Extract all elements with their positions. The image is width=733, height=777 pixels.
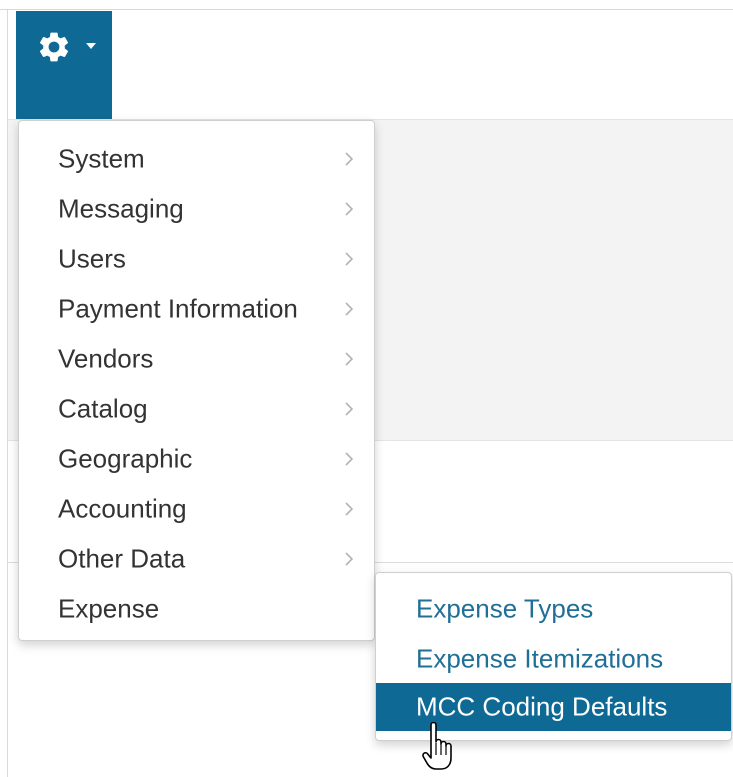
menu-item-catalog[interactable]: Catalog [19, 384, 374, 434]
menu-item-label: Expense [58, 593, 160, 624]
menu-item-label: Other Data [58, 543, 186, 574]
menu-item-label: Catalog [58, 393, 148, 424]
menu-item-payment-information[interactable]: Payment Information [19, 284, 374, 334]
chevron-right-icon [345, 152, 353, 166]
menu-item-other-data[interactable]: Other Data [19, 534, 374, 584]
settings-menu-button[interactable] [16, 11, 112, 119]
chevron-right-icon [345, 252, 353, 266]
hand-pointer-cursor-icon [422, 722, 452, 770]
menu-item-label: Geographic [58, 443, 193, 474]
submenu-item-label: Expense Types [416, 593, 594, 624]
menu-item-vendors[interactable]: Vendors [19, 334, 374, 384]
menu-item-system[interactable]: System [19, 134, 374, 184]
menu-item-label: System [58, 143, 145, 174]
frame-top-border [0, 9, 733, 10]
chevron-right-icon [345, 552, 353, 566]
chevron-right-icon [345, 502, 353, 516]
gear-icon [39, 32, 69, 62]
chevron-right-icon [345, 402, 353, 416]
chevron-right-icon [345, 352, 353, 366]
caret-down-icon [86, 43, 96, 49]
menu-item-label: Users [58, 243, 126, 274]
expense-submenu: Expense Types Expense Itemizations MCC C… [375, 572, 732, 741]
menu-item-expense[interactable]: Expense [19, 584, 374, 634]
menu-item-label: Messaging [58, 193, 184, 224]
menu-item-messaging[interactable]: Messaging [19, 184, 374, 234]
menu-item-label: Payment Information [58, 293, 298, 324]
submenu-item-label: MCC Coding Defaults [416, 691, 668, 722]
chevron-right-icon [345, 452, 353, 466]
submenu-item-label: Expense Itemizations [416, 643, 664, 674]
settings-dropdown-menu: System Messaging Users Payment Informati… [18, 120, 375, 641]
chevron-right-icon [345, 302, 353, 316]
submenu-item-expense-types[interactable]: Expense Types [376, 585, 731, 633]
submenu-item-expense-itemizations[interactable]: Expense Itemizations [376, 635, 731, 683]
menu-item-label: Accounting [58, 493, 187, 524]
menu-item-accounting[interactable]: Accounting [19, 484, 374, 534]
menu-item-users[interactable]: Users [19, 234, 374, 284]
menu-item-label: Vendors [58, 343, 154, 374]
chevron-right-icon [345, 202, 353, 216]
menu-item-geographic[interactable]: Geographic [19, 434, 374, 484]
